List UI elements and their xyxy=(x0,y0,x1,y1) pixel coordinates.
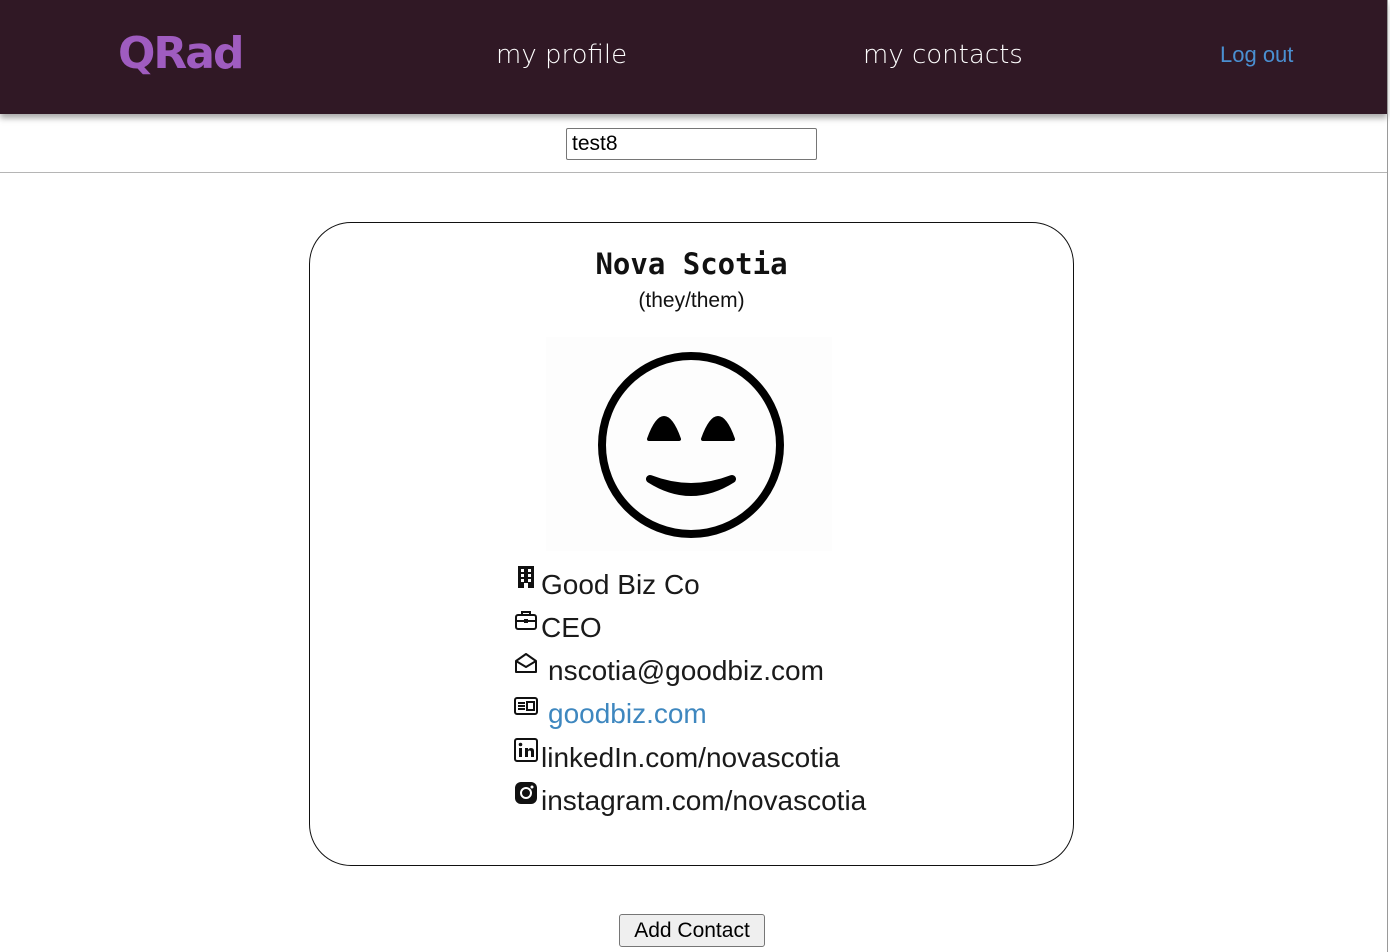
email-text: nscotia@goodbiz.com xyxy=(548,655,824,686)
linkedin-icon xyxy=(514,738,538,762)
building-icon xyxy=(518,566,534,588)
nav-my-profile[interactable]: my profile xyxy=(496,40,627,70)
contact-search-input[interactable] xyxy=(566,128,817,160)
logout-link[interactable]: Log out xyxy=(1220,42,1293,68)
newspaper-icon xyxy=(514,697,538,715)
window-edge xyxy=(1387,0,1388,952)
linkedin-text: linkedIn.com/novascotia xyxy=(541,742,840,773)
contact-name: Nova Scotia xyxy=(595,247,788,281)
add-contact-button[interactable]: Add Contact xyxy=(619,914,765,947)
smiling-face-icon xyxy=(598,352,784,538)
job-title-text: CEO xyxy=(541,612,602,643)
envelope-open-icon xyxy=(515,653,537,673)
instagram-text: instagram.com/novascotia xyxy=(541,785,867,816)
qrad-logo[interactable]: QRad xyxy=(118,28,244,79)
nav-my-contacts[interactable]: my contacts xyxy=(863,40,1023,70)
avatar xyxy=(546,337,832,551)
company-text: Good Biz Co xyxy=(541,569,700,600)
top-navbar: QRad my profile my contacts Log out xyxy=(0,0,1387,114)
header-divider xyxy=(0,172,1387,173)
website-link[interactable]: goodbiz.com xyxy=(548,698,707,730)
instagram-icon xyxy=(515,782,537,804)
contact-card: Nova Scotia (they/them) Good Biz Co CEO … xyxy=(309,222,1074,866)
contact-pronouns: (they/them) xyxy=(638,289,745,312)
briefcase-icon xyxy=(515,611,537,630)
